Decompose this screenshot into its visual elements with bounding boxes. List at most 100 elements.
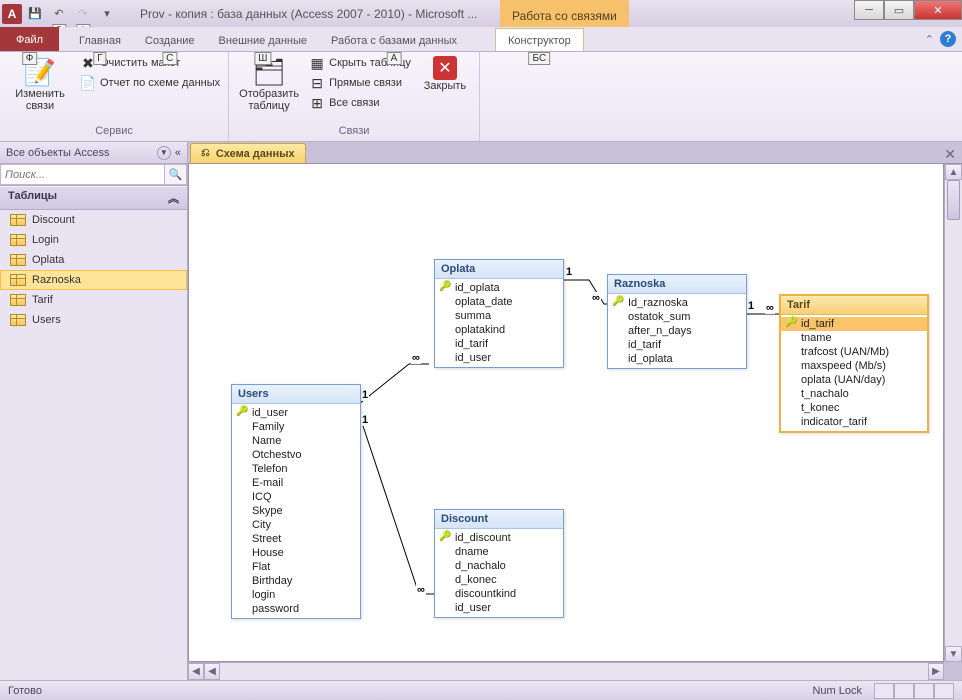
file-tab[interactable]: ФайлФ xyxy=(0,27,59,51)
table-field[interactable]: password xyxy=(232,602,360,616)
table-header[interactable]: Users xyxy=(232,385,360,404)
nav-pane-header[interactable]: Все объекты Access ▼ « xyxy=(0,142,187,164)
table-field[interactable]: login xyxy=(232,588,360,602)
table-field[interactable]: id_tarif xyxy=(781,317,927,331)
table-field[interactable]: tname xyxy=(781,331,927,345)
maximize-button[interactable]: ▭ xyxy=(884,0,914,20)
nav-item-login[interactable]: Login xyxy=(0,230,187,250)
view-button-2[interactable] xyxy=(894,683,914,699)
table-raznoska[interactable]: Raznoska Id_raznoskaostatok_sumafter_n_d… xyxy=(607,274,747,369)
table-field[interactable]: ostatok_sum xyxy=(608,310,746,324)
table-field[interactable]: Otchestvo xyxy=(232,448,360,462)
table-field[interactable]: id_user xyxy=(435,351,563,365)
table-field[interactable]: indicator_tarif xyxy=(781,415,927,429)
minimize-ribbon-icon[interactable]: ⌃ xyxy=(925,33,934,46)
table-header[interactable]: Raznoska xyxy=(608,275,746,294)
qat-undo-button[interactable]: ↶2 xyxy=(48,4,70,24)
table-field[interactable]: ICQ xyxy=(232,490,360,504)
doc-tab-schema[interactable]: ⎌ Схема данных xyxy=(190,143,306,163)
tab-external-data[interactable]: Внешние данныеШ xyxy=(207,29,319,51)
scroll-thumb[interactable] xyxy=(947,180,960,220)
table-header[interactable]: Discount xyxy=(435,510,563,529)
table-header[interactable]: Tarif xyxy=(781,296,927,315)
nav-item-raznoska[interactable]: Raznoska xyxy=(0,270,187,290)
tab-design[interactable]: КонструкторБС xyxy=(495,28,584,51)
table-field[interactable]: id_user xyxy=(232,406,360,420)
table-field[interactable]: t_nachalo xyxy=(781,387,927,401)
table-field[interactable]: City xyxy=(232,518,360,532)
table-field[interactable]: d_konec xyxy=(435,573,563,587)
table-field[interactable]: Street xyxy=(232,532,360,546)
all-relations-button[interactable]: ⊞Все связи xyxy=(307,94,413,112)
nav-item-oplata[interactable]: Oplata xyxy=(0,250,187,270)
nav-search-input[interactable] xyxy=(0,164,165,185)
collapse-group-icon[interactable]: ︽ xyxy=(168,190,179,206)
minimize-button[interactable]: ─ xyxy=(854,0,884,20)
table-field[interactable]: id_discount xyxy=(435,531,563,545)
help-icon[interactable]: ? xyxy=(940,31,956,47)
table-field[interactable]: Name xyxy=(232,434,360,448)
table-field[interactable]: E-mail xyxy=(232,476,360,490)
vertical-scrollbar[interactable]: ▲ ▼ xyxy=(944,164,962,662)
table-field[interactable]: after_n_days xyxy=(608,324,746,338)
view-button-3[interactable] xyxy=(914,683,934,699)
qat-customize-dropdown[interactable]: ▾ xyxy=(96,4,118,24)
scroll-left2-icon[interactable]: ◀ xyxy=(204,663,220,680)
scroll-left-icon[interactable]: ◀ xyxy=(188,663,204,680)
table-field[interactable]: id_tarif xyxy=(435,337,563,351)
table-field[interactable]: dname xyxy=(435,545,563,559)
nav-item-tarif[interactable]: Tarif xyxy=(0,290,187,310)
table-field[interactable]: t_konec xyxy=(781,401,927,415)
table-field[interactable]: Family xyxy=(232,420,360,434)
table-field[interactable]: trafcost (UAN/Mb) xyxy=(781,345,927,359)
qat-redo-button[interactable]: ↷3 xyxy=(72,4,94,24)
app-icon[interactable]: A xyxy=(2,4,22,24)
scroll-up-icon[interactable]: ▲ xyxy=(945,164,962,180)
nav-dropdown-icon[interactable]: ▼ xyxy=(157,146,171,160)
table-users[interactable]: Users id_userFamilyNameOtchestvoTelefonE… xyxy=(231,384,361,619)
tab-home[interactable]: ГлавнаяГ xyxy=(67,29,133,51)
table-field[interactable]: maxspeed (Mb/s) xyxy=(781,359,927,373)
view-button-1[interactable] xyxy=(874,683,894,699)
horizontal-scrollbar[interactable]: ◀ ◀ ▶ xyxy=(188,662,944,680)
table-field[interactable]: Flat xyxy=(232,560,360,574)
tab-create[interactable]: СозданиеС xyxy=(133,29,207,51)
nav-item-discount[interactable]: Discount xyxy=(0,210,187,230)
direct-relations-button[interactable]: ⊟Прямые связи xyxy=(307,74,413,92)
close-relationship-button[interactable]: ✕ Закрыть xyxy=(417,54,473,94)
table-discount[interactable]: Discount id_discountdnamed_nachalod_kone… xyxy=(434,509,564,618)
quick-access-toolbar: A 💾1 ↶2 ↷3 ▾ xyxy=(0,4,118,24)
relationship-canvas[interactable]: 1 ∞ 1 ∞ 1 ∞ 1 ∞ Users id_userFamilyNameO… xyxy=(188,164,944,662)
table-field[interactable]: Skype xyxy=(232,504,360,518)
table-field[interactable]: discountkind xyxy=(435,587,563,601)
scroll-down-icon[interactable]: ▼ xyxy=(945,646,962,662)
table-field[interactable]: id_oplata xyxy=(435,281,563,295)
table-field[interactable]: d_nachalo xyxy=(435,559,563,573)
nav-group-tables[interactable]: Таблицы︽ xyxy=(0,186,187,210)
table-field[interactable]: id_tarif xyxy=(608,338,746,352)
close-button[interactable]: ✕ xyxy=(914,0,962,20)
nav-collapse-icon[interactable]: « xyxy=(175,147,181,159)
relationship-report-button[interactable]: 📄Отчет по схеме данных xyxy=(78,74,222,92)
search-icon[interactable]: 🔍 xyxy=(165,164,187,185)
table-field[interactable]: oplata_date xyxy=(435,295,563,309)
nav-item-users[interactable]: Users xyxy=(0,310,187,330)
table-tarif[interactable]: Tarif id_tariftnametrafcost (UAN/Mb)maxs… xyxy=(779,294,929,433)
scroll-right-icon[interactable]: ▶ xyxy=(928,663,944,680)
view-button-4[interactable] xyxy=(934,683,954,699)
table-field[interactable]: Id_raznoska xyxy=(608,296,746,310)
table-field[interactable]: id_oplata xyxy=(608,352,746,366)
edit-relationships-button[interactable]: 📝 Изменить связи xyxy=(6,54,74,114)
table-oplata[interactable]: Oplata id_oplataoplata_datesummaoplataki… xyxy=(434,259,564,368)
table-field[interactable]: oplata (UAN/day) xyxy=(781,373,927,387)
table-header[interactable]: Oplata xyxy=(435,260,563,279)
table-field[interactable]: Telefon xyxy=(232,462,360,476)
qat-save-button[interactable]: 💾1 xyxy=(24,4,46,24)
doc-tab-close-icon[interactable]: ✕ xyxy=(944,146,956,163)
table-field[interactable]: oplatakind xyxy=(435,323,563,337)
table-field[interactable]: House xyxy=(232,546,360,560)
table-field[interactable]: id_user xyxy=(435,601,563,615)
table-field[interactable]: summa xyxy=(435,309,563,323)
tab-database-tools[interactable]: Работа с базами данныхА xyxy=(319,29,469,51)
table-field[interactable]: Birthday xyxy=(232,574,360,588)
